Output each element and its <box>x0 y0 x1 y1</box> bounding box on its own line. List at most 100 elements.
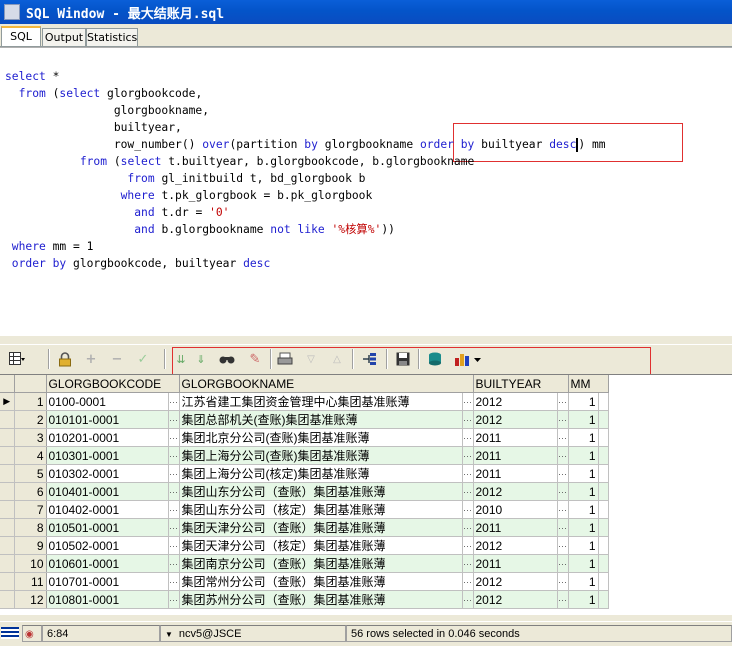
cell-edit-button[interactable]: ··· <box>462 392 474 411</box>
cell-mm[interactable]: 1 <box>568 572 599 591</box>
row-number[interactable]: 12 <box>14 590 47 609</box>
cell-edit-button[interactable]: ··· <box>168 482 180 501</box>
cell-glorgbookname[interactable]: 江苏省建工集团资金管理中心集团基准账薄 <box>179 392 463 411</box>
row-number[interactable]: 4 <box>14 446 47 465</box>
cell-builtyear[interactable]: 2011 <box>473 554 558 573</box>
cell-glorgbookname[interactable]: 集团上海分公司(核定)集团基准账薄 <box>179 464 463 483</box>
cell-edit-button[interactable]: ··· <box>462 572 474 591</box>
table-row[interactable]: 10 010601-0001 ··· 集团南京分公司（查账）集团基准账薄 ··· 2011… <box>0 554 609 573</box>
cell-builtyear[interactable]: 2012 <box>473 590 558 609</box>
cell-edit-button[interactable]: ··· <box>168 464 180 483</box>
cell-glorgbookname[interactable]: 集团天津分公司（核定）集团基准账薄 <box>179 536 463 555</box>
cell-edit-button[interactable]: ··· <box>557 410 569 429</box>
add-row-icon[interactable]: + <box>82 350 100 368</box>
cell-edit-button[interactable]: ··· <box>168 428 180 447</box>
row-number[interactable]: 10 <box>14 554 47 573</box>
table-row[interactable]: 3 010201-0001 ··· 集团北京分公司(查账)集团基准账薄 ··· 2011 ·… <box>0 428 609 447</box>
table-row[interactable]: 12 010801-0001 ··· 集团苏州分公司（查账）集团基准账薄 ··· 2012… <box>0 590 609 609</box>
cell-mm[interactable]: 1 <box>568 410 599 429</box>
cell-mm[interactable]: 1 <box>568 554 599 573</box>
row-number[interactable]: 6 <box>14 482 47 501</box>
cell-edit-button[interactable]: ··· <box>168 518 180 537</box>
row-number[interactable]: 1 <box>14 392 47 411</box>
cell-edit-button[interactable]: ··· <box>462 482 474 501</box>
cell-builtyear[interactable]: 2011 <box>473 464 558 483</box>
cell-edit-button[interactable]: ··· <box>462 554 474 573</box>
cell-builtyear[interactable]: 2012 <box>473 392 558 411</box>
cell-builtyear[interactable]: 2011 <box>473 518 558 537</box>
cell-glorgbookcode[interactable]: 010302-0001 <box>46 464 169 483</box>
cell-edit-button[interactable]: ··· <box>557 428 569 447</box>
column-header-mm[interactable]: MM <box>568 375 609 393</box>
cell-builtyear[interactable]: 2011 <box>473 428 558 447</box>
cell-glorgbookname[interactable]: 集团北京分公司(查账)集团基准账薄 <box>179 428 463 447</box>
cell-edit-button[interactable]: ··· <box>168 590 180 609</box>
cell-glorgbookname[interactable]: 集团总部机关(查账)集团基准账薄 <box>179 410 463 429</box>
cell-glorgbookcode[interactable]: 010701-0001 <box>46 572 169 591</box>
cell-mm[interactable]: 1 <box>568 500 599 519</box>
cell-edit-button[interactable]: ··· <box>168 554 180 573</box>
cell-mm[interactable]: 1 <box>568 536 599 555</box>
cell-edit-button[interactable]: ··· <box>557 500 569 519</box>
cell-edit-button[interactable]: ··· <box>462 428 474 447</box>
cell-glorgbookcode[interactable]: 010301-0001 <box>46 446 169 465</box>
cell-edit-button[interactable]: ··· <box>557 554 569 573</box>
table-row[interactable]: 9 010502-0001 ··· 集团天津分公司（核定）集团基准账薄 ··· 2012 ·… <box>0 536 609 555</box>
cell-mm[interactable]: 1 <box>568 428 599 447</box>
cell-edit-button[interactable]: ··· <box>168 572 180 591</box>
cell-edit-button[interactable]: ··· <box>557 590 569 609</box>
cell-builtyear[interactable]: 2012 <box>473 410 558 429</box>
row-number[interactable]: 5 <box>14 464 47 483</box>
cell-mm[interactable]: 1 <box>568 446 599 465</box>
cell-edit-button[interactable]: ··· <box>557 572 569 591</box>
cell-glorgbookname[interactable]: 集团山东分公司（核定）集团基准账薄 <box>179 500 463 519</box>
cell-glorgbookcode[interactable]: 010401-0001 <box>46 482 169 501</box>
tab-output[interactable]: Output <box>42 28 86 46</box>
connection-selector[interactable]: ▼ ncv5@JSCE <box>160 625 346 642</box>
tab-sql[interactable]: SQL <box>1 26 41 46</box>
cell-glorgbookcode[interactable]: 010801-0001 <box>46 590 169 609</box>
cell-edit-button[interactable]: ··· <box>462 590 474 609</box>
cell-edit-button[interactable]: ··· <box>462 518 474 537</box>
cell-builtyear[interactable]: 2011 <box>473 446 558 465</box>
row-number[interactable]: 3 <box>14 428 47 447</box>
cell-builtyear[interactable]: 2010 <box>473 500 558 519</box>
cell-edit-button[interactable]: ··· <box>462 536 474 555</box>
cell-builtyear[interactable]: 2012 <box>473 572 558 591</box>
cell-edit-button[interactable]: ··· <box>462 464 474 483</box>
row-number[interactable]: 8 <box>14 518 47 537</box>
cell-builtyear[interactable]: 2012 <box>473 482 558 501</box>
grid-menu-icon[interactable] <box>8 350 26 368</box>
table-row[interactable]: 7 010402-0001 ··· 集团山东分公司（核定）集团基准账薄 ··· 2010 ·… <box>0 500 609 519</box>
cell-glorgbookcode[interactable]: 010502-0001 <box>46 536 169 555</box>
table-row[interactable]: ▶ 1 0100-0001 ··· 江苏省建工集团资金管理中心集团基准账薄 ··· 2012… <box>0 392 609 411</box>
row-number[interactable]: 9 <box>14 536 47 555</box>
cell-glorgbookcode[interactable]: 010601-0001 <box>46 554 169 573</box>
cell-edit-button[interactable]: ··· <box>168 500 180 519</box>
column-header-glorgbookcode[interactable]: GLORGBOOKCODE <box>46 375 180 393</box>
cell-glorgbookcode[interactable]: 010402-0001 <box>46 500 169 519</box>
cell-glorgbookname[interactable]: 集团上海分公司(查账)集团基准账薄 <box>179 446 463 465</box>
cell-glorgbookcode[interactable]: 010201-0001 <box>46 428 169 447</box>
table-row[interactable]: 4 010301-0001 ··· 集团上海分公司(查账)集团基准账薄 ··· 2011 ·… <box>0 446 609 465</box>
cell-mm[interactable]: 1 <box>568 392 599 411</box>
table-row[interactable]: 11 010701-0001 ··· 集团常州分公司（查账）集团基准账薄 ··· 2012… <box>0 572 609 591</box>
table-row[interactable]: 2 010101-0001 ··· 集团总部机关(查账)集团基准账薄 ··· 2012 ··… <box>0 410 609 429</box>
results-grid[interactable]: GLORGBOOKCODE GLORGBOOKNAME BUILTYEAR MM… <box>0 374 732 615</box>
cell-builtyear[interactable]: 2012 <box>473 536 558 555</box>
cell-glorgbookname[interactable]: 集团苏州分公司（查账）集团基准账薄 <box>179 590 463 609</box>
cell-glorgbookname[interactable]: 集团南京分公司（查账）集团基准账薄 <box>179 554 463 573</box>
post-icon[interactable]: ✓ <box>134 350 152 368</box>
cell-glorgbookname[interactable]: 集团常州分公司（查账）集团基准账薄 <box>179 572 463 591</box>
cell-edit-button[interactable]: ··· <box>557 392 569 411</box>
row-number[interactable]: 7 <box>14 500 47 519</box>
lock-icon[interactable] <box>56 350 74 368</box>
cell-mm[interactable]: 1 <box>568 590 599 609</box>
column-header-builtyear[interactable]: BUILTYEAR <box>473 375 569 393</box>
delete-row-icon[interactable]: − <box>108 350 126 368</box>
cell-glorgbookcode[interactable]: 010101-0001 <box>46 410 169 429</box>
cell-edit-button[interactable]: ··· <box>168 392 180 411</box>
cell-edit-button[interactable]: ··· <box>462 410 474 429</box>
cell-edit-button[interactable]: ··· <box>557 446 569 465</box>
row-number[interactable]: 2 <box>14 410 47 429</box>
